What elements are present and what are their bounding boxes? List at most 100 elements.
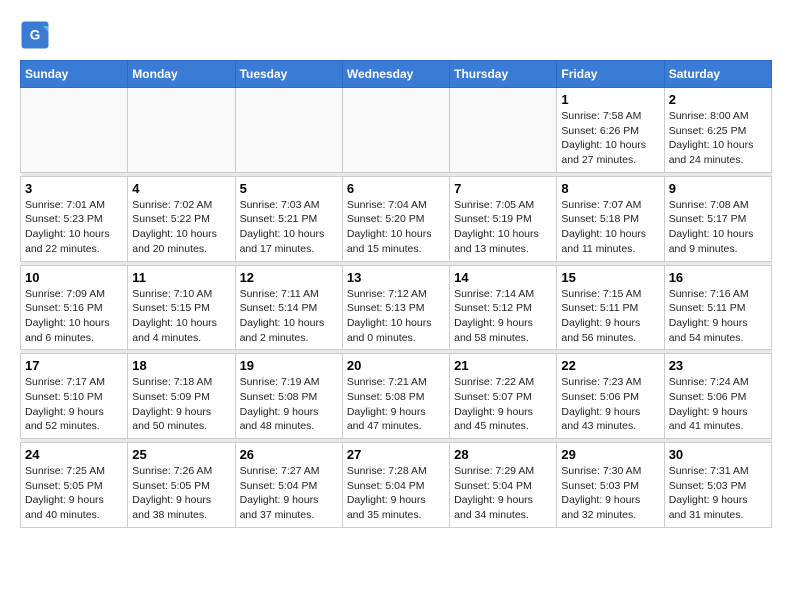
weekday-header-friday: Friday bbox=[557, 61, 664, 88]
day-info: Sunrise: 7:30 AM Sunset: 5:03 PM Dayligh… bbox=[561, 464, 659, 523]
day-number: 27 bbox=[347, 447, 445, 462]
day-info: Sunrise: 7:25 AM Sunset: 5:05 PM Dayligh… bbox=[25, 464, 123, 523]
calendar-week-row: 10Sunrise: 7:09 AM Sunset: 5:16 PM Dayli… bbox=[21, 265, 772, 350]
day-info: Sunrise: 7:18 AM Sunset: 5:09 PM Dayligh… bbox=[132, 375, 230, 434]
calendar-cell: 15Sunrise: 7:15 AM Sunset: 5:11 PM Dayli… bbox=[557, 265, 664, 350]
day-info: Sunrise: 7:03 AM Sunset: 5:21 PM Dayligh… bbox=[240, 198, 338, 257]
calendar-week-row: 24 Sunrise: 7:25 AM Sunset: 5:05 PM Dayli… bbox=[21, 443, 772, 528]
calendar-cell: 13 Sunrise: 7:12 AM Sunset: 5:13 PM Dayli… bbox=[342, 265, 449, 350]
weekday-header-thursday: Thursday bbox=[450, 61, 557, 88]
calendar-cell: 8Sunrise: 7:07 AM Sunset: 5:18 PM Daylig… bbox=[557, 176, 664, 261]
calendar-week-row: 17 Sunrise: 7:17 AM Sunset: 5:10 PM Dayli… bbox=[21, 354, 772, 439]
day-number: 28 bbox=[454, 447, 552, 462]
calendar-table: SundayMondayTuesdayWednesdayThursdayFrid… bbox=[20, 60, 772, 528]
day-info: Sunrise: 7:04 AM Sunset: 5:20 PM Dayligh… bbox=[347, 198, 445, 257]
day-info: Sunrise: 7:58 AM Sunset: 6:26 PM Dayligh… bbox=[561, 109, 659, 168]
day-number: 5 bbox=[240, 181, 338, 196]
day-number: 25 bbox=[132, 447, 230, 462]
day-number: 1 bbox=[561, 92, 659, 107]
day-number: 23 bbox=[669, 358, 767, 373]
calendar-cell: 4 Sunrise: 7:02 AM Sunset: 5:22 PM Daylig… bbox=[128, 176, 235, 261]
day-info: Sunrise: 7:16 AM Sunset: 5:11 PM Dayligh… bbox=[669, 287, 767, 346]
day-number: 18 bbox=[132, 358, 230, 373]
day-number: 19 bbox=[240, 358, 338, 373]
calendar-week-row: 1 Sunrise: 7:58 AM Sunset: 6:26 PM Daylig… bbox=[21, 88, 772, 173]
day-info: Sunrise: 7:28 AM Sunset: 5:04 PM Dayligh… bbox=[347, 464, 445, 523]
calendar-cell: 9Sunrise: 7:08 AM Sunset: 5:17 PM Daylig… bbox=[664, 176, 771, 261]
day-number: 16 bbox=[669, 270, 767, 285]
day-number: 11 bbox=[132, 270, 230, 285]
day-number: 29 bbox=[561, 447, 659, 462]
day-info: Sunrise: 8:00 AM Sunset: 6:25 PM Dayligh… bbox=[669, 109, 767, 168]
day-number: 15 bbox=[561, 270, 659, 285]
day-number: 30 bbox=[669, 447, 767, 462]
day-number: 6 bbox=[347, 181, 445, 196]
day-number: 12 bbox=[240, 270, 338, 285]
day-info: Sunrise: 7:01 AM Sunset: 5:23 PM Dayligh… bbox=[25, 198, 123, 257]
calendar-cell bbox=[21, 88, 128, 173]
day-number: 26 bbox=[240, 447, 338, 462]
calendar-cell: 3 Sunrise: 7:01 AM Sunset: 5:23 PM Daylig… bbox=[21, 176, 128, 261]
calendar-cell: 28 Sunrise: 7:29 AM Sunset: 5:04 PM Dayli… bbox=[450, 443, 557, 528]
calendar-cell: 29 Sunrise: 7:30 AM Sunset: 5:03 PM Dayli… bbox=[557, 443, 664, 528]
weekday-header-saturday: Saturday bbox=[664, 61, 771, 88]
calendar-cell: 25 Sunrise: 7:26 AM Sunset: 5:05 PM Dayli… bbox=[128, 443, 235, 528]
day-info: Sunrise: 7:23 AM Sunset: 5:06 PM Dayligh… bbox=[561, 375, 659, 434]
day-info: Sunrise: 7:19 AM Sunset: 5:08 PM Dayligh… bbox=[240, 375, 338, 434]
day-info: Sunrise: 7:27 AM Sunset: 5:04 PM Dayligh… bbox=[240, 464, 338, 523]
calendar-cell bbox=[450, 88, 557, 173]
calendar-cell: 22 Sunrise: 7:23 AM Sunset: 5:06 PM Dayli… bbox=[557, 354, 664, 439]
day-info: Sunrise: 7:05 AM Sunset: 5:19 PM Dayligh… bbox=[454, 198, 552, 257]
calendar-week-row: 3 Sunrise: 7:01 AM Sunset: 5:23 PM Daylig… bbox=[21, 176, 772, 261]
day-info: Sunrise: 7:31 AM Sunset: 5:03 PM Dayligh… bbox=[669, 464, 767, 523]
weekday-header-sunday: Sunday bbox=[21, 61, 128, 88]
logo-icon: G bbox=[20, 20, 50, 50]
day-info: Sunrise: 7:08 AM Sunset: 5:17 PM Dayligh… bbox=[669, 198, 767, 257]
day-info: Sunrise: 7:29 AM Sunset: 5:04 PM Dayligh… bbox=[454, 464, 552, 523]
day-number: 4 bbox=[132, 181, 230, 196]
day-info: Sunrise: 7:02 AM Sunset: 5:22 PM Dayligh… bbox=[132, 198, 230, 257]
weekday-header-tuesday: Tuesday bbox=[235, 61, 342, 88]
calendar-cell: 2 Sunrise: 8:00 AM Sunset: 6:25 PM Daylig… bbox=[664, 88, 771, 173]
svg-text:G: G bbox=[30, 28, 41, 43]
calendar-cell: 27 Sunrise: 7:28 AM Sunset: 5:04 PM Dayli… bbox=[342, 443, 449, 528]
calendar-cell: 21 Sunrise: 7:22 AM Sunset: 5:07 PM Dayli… bbox=[450, 354, 557, 439]
calendar-cell bbox=[128, 88, 235, 173]
day-info: Sunrise: 7:14 AM Sunset: 5:12 PM Dayligh… bbox=[454, 287, 552, 346]
page-header: G bbox=[20, 20, 772, 50]
day-info: Sunrise: 7:09 AM Sunset: 5:16 PM Dayligh… bbox=[25, 287, 123, 346]
calendar-cell: 20 Sunrise: 7:21 AM Sunset: 5:08 PM Dayli… bbox=[342, 354, 449, 439]
calendar-cell: 30 Sunrise: 7:31 AM Sunset: 5:03 PM Dayli… bbox=[664, 443, 771, 528]
day-info: Sunrise: 7:10 AM Sunset: 5:15 PM Dayligh… bbox=[132, 287, 230, 346]
calendar-cell: 16 Sunrise: 7:16 AM Sunset: 5:11 PM Dayli… bbox=[664, 265, 771, 350]
calendar-cell bbox=[342, 88, 449, 173]
day-number: 8 bbox=[561, 181, 659, 196]
calendar-cell: 1 Sunrise: 7:58 AM Sunset: 6:26 PM Daylig… bbox=[557, 88, 664, 173]
day-info: Sunrise: 7:26 AM Sunset: 5:05 PM Dayligh… bbox=[132, 464, 230, 523]
day-number: 21 bbox=[454, 358, 552, 373]
calendar-header-row: SundayMondayTuesdayWednesdayThursdayFrid… bbox=[21, 61, 772, 88]
calendar-cell: 7 Sunrise: 7:05 AM Sunset: 5:19 PM Daylig… bbox=[450, 176, 557, 261]
day-info: Sunrise: 7:12 AM Sunset: 5:13 PM Dayligh… bbox=[347, 287, 445, 346]
weekday-header-wednesday: Wednesday bbox=[342, 61, 449, 88]
day-info: Sunrise: 7:22 AM Sunset: 5:07 PM Dayligh… bbox=[454, 375, 552, 434]
day-info: Sunrise: 7:24 AM Sunset: 5:06 PM Dayligh… bbox=[669, 375, 767, 434]
day-info: Sunrise: 7:21 AM Sunset: 5:08 PM Dayligh… bbox=[347, 375, 445, 434]
day-number: 20 bbox=[347, 358, 445, 373]
day-number: 13 bbox=[347, 270, 445, 285]
calendar-cell: 23 Sunrise: 7:24 AM Sunset: 5:06 PM Dayli… bbox=[664, 354, 771, 439]
day-number: 7 bbox=[454, 181, 552, 196]
calendar-cell: 18 Sunrise: 7:18 AM Sunset: 5:09 PM Dayli… bbox=[128, 354, 235, 439]
calendar-cell: 17 Sunrise: 7:17 AM Sunset: 5:10 PM Dayli… bbox=[21, 354, 128, 439]
day-number: 17 bbox=[25, 358, 123, 373]
day-number: 22 bbox=[561, 358, 659, 373]
calendar-cell: 11 Sunrise: 7:10 AM Sunset: 5:15 PM Dayli… bbox=[128, 265, 235, 350]
day-info: Sunrise: 7:11 AM Sunset: 5:14 PM Dayligh… bbox=[240, 287, 338, 346]
day-number: 24 bbox=[25, 447, 123, 462]
day-info: Sunrise: 7:17 AM Sunset: 5:10 PM Dayligh… bbox=[25, 375, 123, 434]
calendar-cell bbox=[235, 88, 342, 173]
day-number: 3 bbox=[25, 181, 123, 196]
day-number: 2 bbox=[669, 92, 767, 107]
calendar-cell: 5 Sunrise: 7:03 AM Sunset: 5:21 PM Daylig… bbox=[235, 176, 342, 261]
calendar-cell: 26 Sunrise: 7:27 AM Sunset: 5:04 PM Dayli… bbox=[235, 443, 342, 528]
